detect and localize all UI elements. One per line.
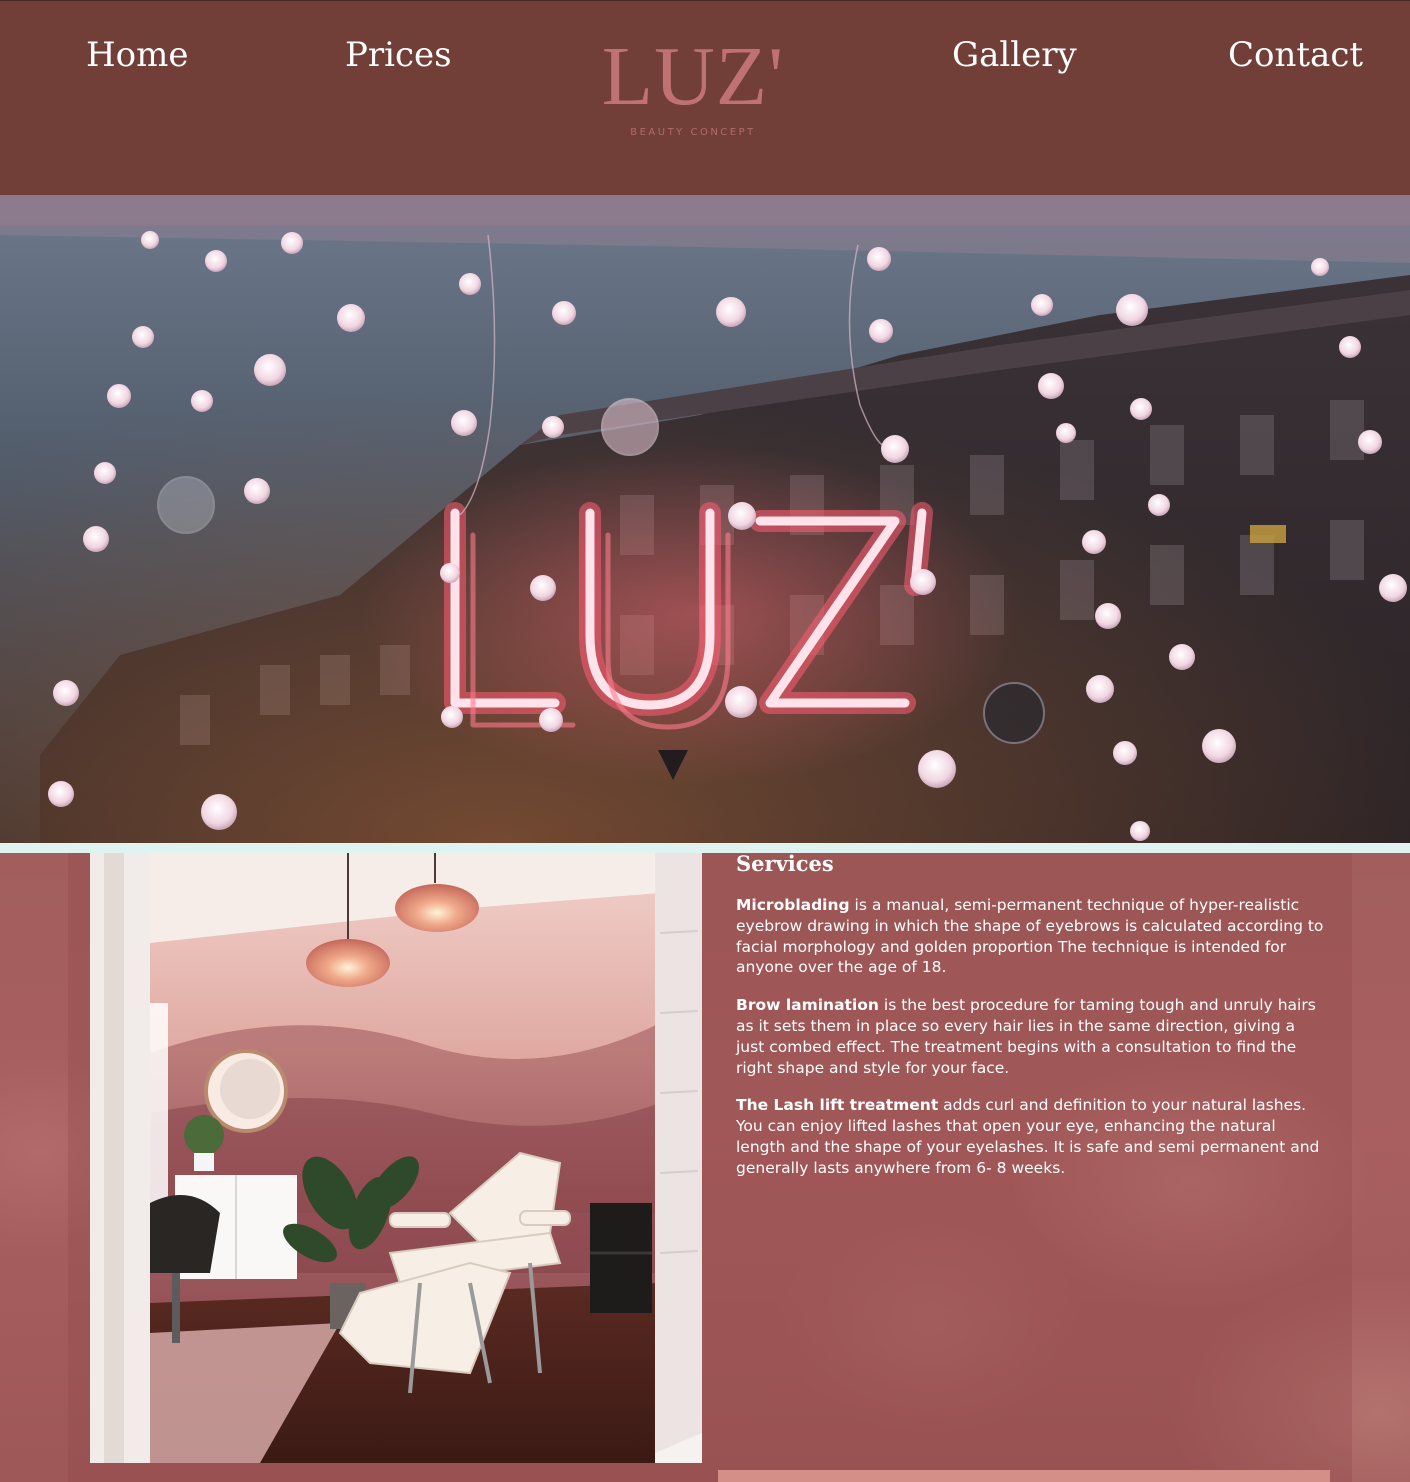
service-item-microblading: Microblading is a manual, semi-permanent… — [736, 895, 1326, 978]
hero-neon-window-illustration — [0, 195, 1410, 843]
service-item-brow-lamination: Brow lamination is the best procedure fo… — [736, 995, 1326, 1078]
service-name: Brow lamination — [736, 996, 879, 1015]
site-header: Home Prices LUZ' BEAUTY CONCEPT Gallery … — [0, 0, 1410, 195]
logo-wordmark: LUZ' — [601, 30, 785, 123]
logo-tagline: BEAUTY CONCEPT — [630, 127, 756, 138]
hero-divider — [0, 843, 1410, 853]
nav-home-link[interactable]: Home — [86, 35, 188, 75]
service-name: Microblading — [736, 896, 850, 914]
nav-gallery-link[interactable]: Gallery — [952, 35, 1077, 75]
salon-interior-photo — [90, 853, 702, 1463]
services-section: Services Microblading is a manual, semi-… — [0, 853, 1410, 1482]
service-item-lash-lift: The Lash lift treatment adds curl and de… — [736, 1095, 1326, 1178]
service-name: The Lash lift treatment — [736, 1096, 939, 1115]
hero-image — [0, 195, 1410, 843]
services-title: Services — [736, 851, 834, 876]
next-section-edge — [718, 1470, 1330, 1482]
nav-prices-link[interactable]: Prices — [345, 35, 452, 75]
nav-contact-link[interactable]: Contact — [1228, 35, 1363, 75]
salon-interior-illustration — [90, 853, 702, 1463]
services-text: Services Microblading is a manual, semi-… — [736, 853, 1326, 1196]
site-logo[interactable]: LUZ' BEAUTY CONCEPT — [596, 35, 790, 145]
